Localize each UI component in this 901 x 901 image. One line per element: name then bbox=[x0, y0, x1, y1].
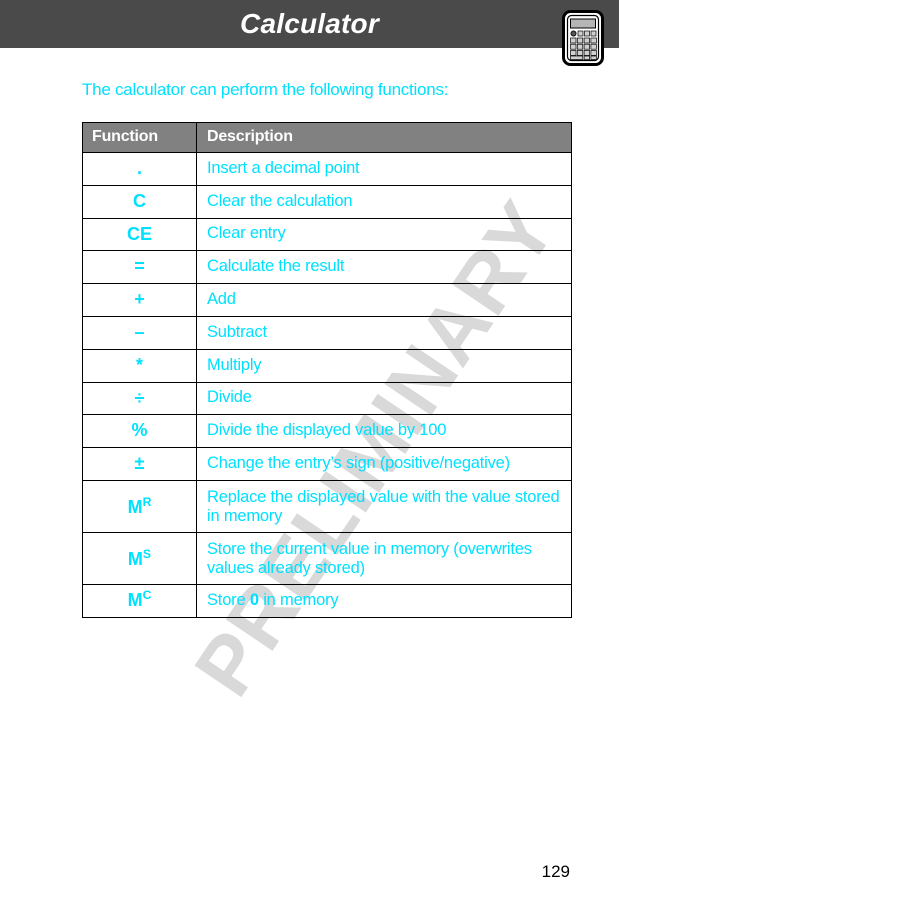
table-row: CE Clear entry bbox=[82, 217, 572, 252]
function-symbol-cell: * bbox=[82, 348, 197, 383]
function-description-cell: Multiply bbox=[196, 348, 572, 383]
header-bar: Calculator bbox=[0, 0, 619, 48]
function-symbol-superscript: C bbox=[142, 588, 152, 603]
function-symbol-cell: MS bbox=[82, 532, 197, 586]
table-row: C Clear the calculation bbox=[82, 184, 572, 219]
function-symbol-cell: ÷ bbox=[82, 381, 197, 416]
function-description-cell: Store the current value in memory (overw… bbox=[196, 532, 572, 586]
function-description-cell: Insert a decimal point bbox=[196, 152, 572, 186]
function-symbol-cell: ± bbox=[82, 447, 197, 481]
function-description-cell: Change the entry’s sign (positive/negati… bbox=[196, 447, 572, 481]
table-row: MS Store the current value in memory (ove… bbox=[82, 532, 572, 586]
function-description-cell: Calculate the result bbox=[196, 250, 572, 285]
function-symbol-cell: – bbox=[82, 315, 197, 350]
table-row: + Add bbox=[82, 283, 572, 317]
function-description-cell: Replace the displayed value with the val… bbox=[196, 479, 572, 534]
function-symbol-cell: C bbox=[82, 184, 197, 219]
function-symbol-cell: MR bbox=[82, 479, 197, 534]
function-description-cell: Clear entry bbox=[196, 217, 572, 252]
table-row: % Divide the displayed value by 100 bbox=[82, 414, 572, 449]
function-symbol-cell: % bbox=[82, 414, 197, 449]
table-row: * Multiply bbox=[82, 348, 572, 383]
page-number: 129 bbox=[541, 862, 570, 881]
table-body: . Insert a decimal point C Clear the calcul… bbox=[82, 152, 572, 619]
function-description-cell: Divide bbox=[196, 381, 572, 416]
function-description-cell: Add bbox=[196, 283, 572, 317]
description-emphasis: 0 bbox=[249, 591, 259, 610]
table-row: MR Replace the displayed value with the v… bbox=[82, 479, 572, 534]
function-symbol-superscript: S bbox=[142, 546, 152, 561]
table-row: = Calculate the result bbox=[82, 250, 572, 285]
function-symbol-cell: . bbox=[82, 152, 197, 186]
calculator-icon bbox=[562, 10, 604, 66]
function-symbol-cell: = bbox=[82, 250, 197, 285]
intro-text: The calculator can perform the following… bbox=[82, 80, 449, 99]
column-header-description: Description bbox=[196, 122, 572, 153]
function-symbol-superscript: R bbox=[142, 494, 152, 509]
function-table: Function Description . Insert a decimal p… bbox=[82, 122, 572, 619]
table-row: MC Store 0 in memory bbox=[82, 584, 572, 619]
function-description-cell: Subtract bbox=[196, 315, 572, 350]
function-description-cell: Clear the calculation bbox=[196, 184, 572, 219]
table-row: . Insert a decimal point bbox=[82, 152, 572, 186]
table-row: ± Change the entry’s sign (positive/negat… bbox=[82, 447, 572, 481]
function-description-cell: Store 0 in memory bbox=[196, 584, 572, 619]
function-symbol-cell: + bbox=[82, 283, 197, 317]
table-row: ÷ Divide bbox=[82, 381, 572, 416]
page-title: Calculator bbox=[240, 8, 379, 39]
table-row: – Subtract bbox=[82, 315, 572, 350]
function-description-cell: Divide the displayed value by 100 bbox=[196, 414, 572, 449]
column-header-function: Function bbox=[82, 122, 197, 153]
table-header-row: Function Description bbox=[82, 122, 572, 153]
function-symbol-cell: MC bbox=[82, 584, 197, 619]
function-symbol-cell: CE bbox=[82, 217, 197, 252]
